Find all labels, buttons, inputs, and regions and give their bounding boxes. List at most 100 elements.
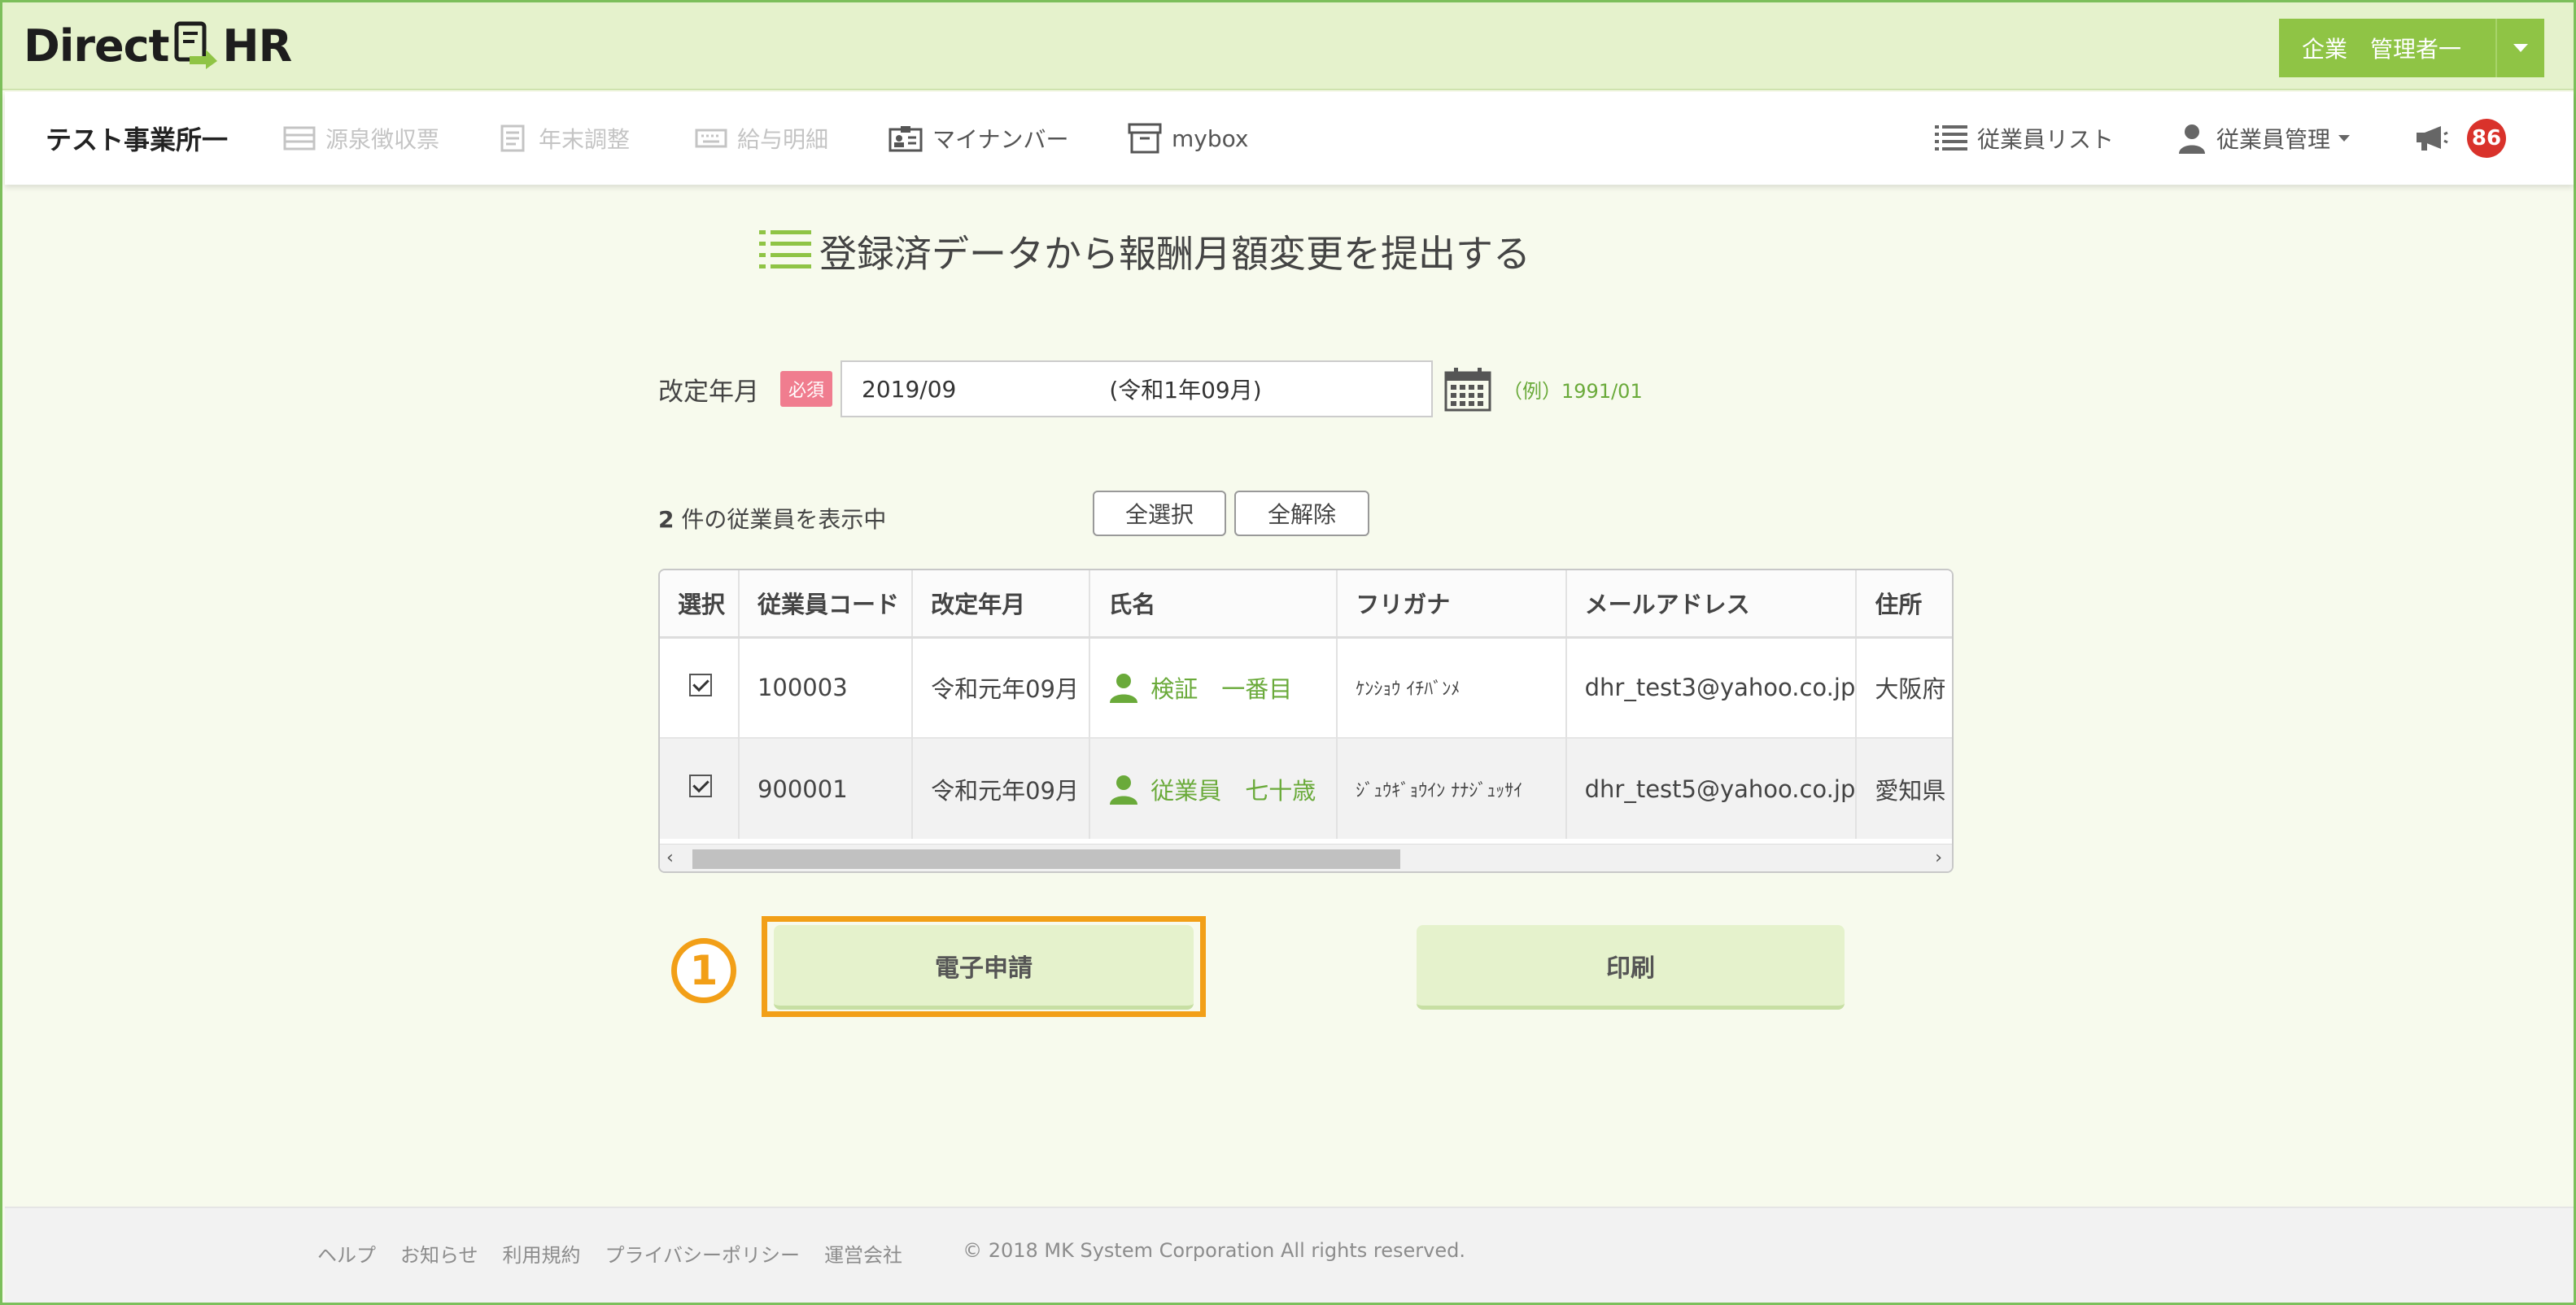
revision-date-row: 改定年月 必須 2019/09 (令和1年09月) （例）1991/01 bbox=[658, 360, 1643, 417]
list-icon bbox=[759, 230, 811, 268]
user-menu-button[interactable]: 企業 管理者一 bbox=[2279, 19, 2544, 77]
chevron-down-icon bbox=[2495, 19, 2544, 77]
employee-manage-dropdown[interactable]: 従業員管理 bbox=[2177, 92, 2351, 185]
user-menu-label: 企業 管理者一 bbox=[2302, 36, 2462, 63]
office-name[interactable]: テスト事業所一 bbox=[46, 92, 228, 185]
required-badge: 必須 bbox=[780, 371, 833, 407]
nav-item-label: マイナンバー bbox=[932, 126, 1069, 153]
column-header: 氏名 bbox=[1089, 570, 1338, 639]
employee-table: 選択 従業員コード 改定年月 氏名 フリガナ メールアドレス 住所 100003… bbox=[660, 570, 1952, 839]
name-cell[interactable]: 従業員 七十歳 bbox=[1089, 737, 1338, 839]
deselect-all-button[interactable]: 全解除 bbox=[1234, 491, 1369, 536]
employee-count-suffix: 件の従業員を表示中 bbox=[674, 506, 887, 533]
revision-date-input[interactable]: 2019/09 (令和1年09月) bbox=[840, 360, 1434, 417]
footer-link-terms[interactable]: 利用規約 bbox=[503, 1239, 581, 1268]
nav-item-gensen: 源泉徴収票 bbox=[283, 92, 439, 185]
page-title-text: 登録済データから報酬月額変更を提出する bbox=[819, 232, 1530, 276]
person-icon bbox=[2179, 124, 2205, 154]
nav-item-label: 源泉徴収票 bbox=[325, 126, 440, 153]
revision-label: 改定年月 bbox=[658, 377, 759, 407]
horizontal-scrollbar[interactable]: ‹ › bbox=[660, 844, 1952, 871]
logo[interactable]: Direct HR bbox=[24, 17, 292, 74]
column-header: 住所 bbox=[1856, 570, 1952, 639]
date-value: 2019/09 bbox=[862, 375, 957, 403]
select-cell[interactable] bbox=[660, 737, 740, 839]
table-header-row: 選択 従業員コード 改定年月 氏名 フリガナ メールアドレス 住所 bbox=[660, 570, 1952, 639]
footer: ヘルプ お知らせ 利用規約 プライバシーポリシー 運営会社 © 2018 MK … bbox=[5, 1207, 2574, 1303]
kana-cell: ｼﾞｭｳｷﾞｮｳｲﾝ ﾅﾅｼﾞｭｯｻｲ bbox=[1337, 737, 1567, 839]
nav-item-kyuyo: 給与明細 bbox=[695, 92, 828, 185]
name-cell[interactable]: 検証 一番目 bbox=[1089, 637, 1338, 738]
app-frame: Direct HR 企業 管理者一 テスト事業所一 源泉徴収票 年末調整 給与明… bbox=[0, 0, 2576, 1305]
employee-name: 従業員 七十歳 bbox=[1150, 776, 1316, 805]
copyright: © 2018 MK System Corporation All rights … bbox=[963, 1239, 1465, 1262]
logo-icon bbox=[174, 21, 218, 69]
select-cell[interactable] bbox=[660, 637, 740, 738]
nav-item-mynumber[interactable]: マイナンバー bbox=[889, 92, 1068, 185]
print-button[interactable]: 印刷 bbox=[1417, 925, 1845, 1010]
top-bar: Direct HR 企業 管理者一 bbox=[2, 2, 2574, 90]
scrollbar-thumb[interactable] bbox=[692, 849, 1400, 869]
revision-cell: 令和元年09月 bbox=[912, 637, 1091, 738]
nav-item-mybox[interactable]: mybox bbox=[1128, 92, 1248, 185]
footer-link-company[interactable]: 運営会社 bbox=[824, 1239, 902, 1268]
person-icon bbox=[1110, 775, 1138, 805]
e-apply-button[interactable]: 電子申請 bbox=[774, 925, 1194, 1010]
notification-count-badge: 86 bbox=[2467, 119, 2506, 158]
logo-text-right: HR bbox=[222, 20, 292, 72]
calendar-icon[interactable] bbox=[1444, 366, 1491, 412]
megaphone-icon bbox=[2417, 126, 2448, 151]
column-header: 従業員コード bbox=[738, 570, 914, 639]
step-marker: 1 bbox=[671, 938, 736, 1003]
column-header: 改定年月 bbox=[912, 570, 1091, 639]
employee-name: 検証 一番目 bbox=[1150, 675, 1293, 704]
employee-list-link[interactable]: 従業員リスト bbox=[1935, 92, 2114, 185]
scroll-left-arrow-icon[interactable]: ‹ bbox=[666, 848, 674, 868]
nav-item-label: 年末調整 bbox=[539, 126, 631, 153]
document-icon bbox=[500, 124, 525, 152]
nav-item-label: mybox bbox=[1172, 124, 1249, 152]
nav-bar: テスト事業所一 源泉徴収票 年末調整 給与明細 マイナンバー mybox 従業員… bbox=[5, 92, 2574, 185]
column-header: メールアドレス bbox=[1565, 570, 1858, 639]
code-cell: 900001 bbox=[738, 737, 914, 839]
employee-table-container: 選択 従業員コード 改定年月 氏名 フリガナ メールアドレス 住所 100003… bbox=[658, 569, 1954, 873]
footer-link-news[interactable]: お知らせ bbox=[400, 1239, 478, 1268]
row-checkbox[interactable] bbox=[689, 775, 712, 797]
column-header: フリガナ bbox=[1337, 570, 1567, 639]
table-row[interactable]: 100003 令和元年09月 検証 一番目 ｹﾝｼｮｳ ｲﾁﾊﾞﾝﾒ dhr_t… bbox=[660, 637, 1952, 738]
employee-manage-label: 従業員管理 bbox=[2216, 126, 2331, 153]
employee-list-label: 従業員リスト bbox=[1977, 126, 2115, 153]
revision-cell: 令和元年09月 bbox=[912, 737, 1091, 839]
code-cell: 100003 bbox=[738, 637, 914, 738]
address-cell: 大阪府 bbox=[1875, 675, 1946, 704]
select-all-button[interactable]: 全選択 bbox=[1093, 491, 1226, 536]
box-icon bbox=[1128, 123, 1162, 154]
email-cell: dhr_test3@yahoo.co.jp bbox=[1565, 637, 1858, 738]
column-header: 選択 bbox=[660, 570, 740, 639]
table-row[interactable]: 900001 令和元年09月 従業員 七十歳 ｼﾞｭｳｷﾞｮｳｲﾝ ﾅﾅｼﾞｭｯ… bbox=[660, 737, 1952, 839]
nav-item-nenmatsu: 年末調整 bbox=[500, 92, 630, 185]
employee-name-link[interactable]: 検証 一番目 bbox=[1108, 670, 1336, 705]
employee-name-link[interactable]: 従業員 七十歳 bbox=[1108, 772, 1336, 806]
email-cell: dhr_test5@yahoo.co.jp bbox=[1565, 737, 1858, 839]
employee-count: 2 件の従業員を表示中 bbox=[658, 502, 886, 535]
logo-text-left: Direct bbox=[24, 20, 169, 72]
table-icon bbox=[283, 126, 316, 151]
scroll-right-arrow-icon[interactable]: › bbox=[1935, 848, 1942, 868]
notification-button[interactable]: 86 bbox=[2413, 92, 2506, 185]
row-checkbox[interactable] bbox=[689, 673, 712, 696]
keyboard-icon bbox=[695, 129, 727, 148]
list-icon bbox=[1935, 125, 1967, 151]
person-icon bbox=[1110, 674, 1138, 704]
employee-count-number: 2 bbox=[658, 506, 675, 533]
date-example: （例）1991/01 bbox=[1503, 379, 1643, 403]
kana-cell: ｹﾝｼｮｳ ｲﾁﾊﾞﾝﾒ bbox=[1337, 637, 1567, 738]
address-cell: 愛知県 bbox=[1856, 737, 1952, 839]
page-title: 登録済データから報酬月額変更を提出する bbox=[759, 227, 1530, 276]
footer-links: ヘルプ お知らせ 利用規約 プライバシーポリシー 運営会社 © 2018 MK … bbox=[317, 1239, 1490, 1268]
chevron-down-icon bbox=[2338, 135, 2351, 142]
nav-item-label: 給与明細 bbox=[737, 126, 829, 153]
footer-link-privacy[interactable]: プライバシーポリシー bbox=[605, 1239, 801, 1268]
era-value: (令和1年09月) bbox=[1109, 377, 1262, 404]
footer-link-help[interactable]: ヘルプ bbox=[317, 1239, 376, 1268]
